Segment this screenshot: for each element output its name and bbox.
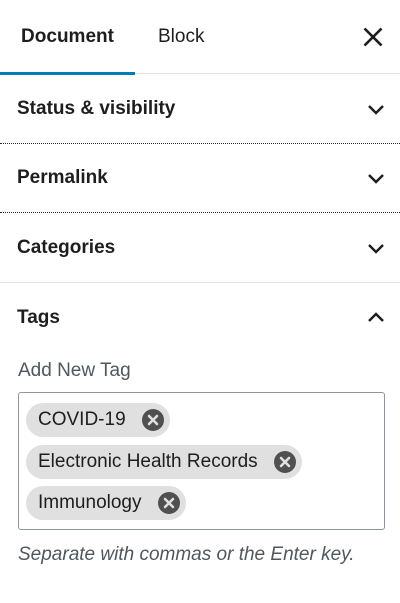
chevron-up-icon bbox=[368, 312, 384, 322]
add-tag-label: Add New Tag bbox=[18, 360, 131, 381]
remove-tag-icon[interactable] bbox=[273, 450, 297, 474]
tag-chip-label: COVID-19 bbox=[38, 409, 126, 430]
panel-permalink[interactable]: Permalink bbox=[0, 143, 400, 213]
panel-categories[interactable]: Categories bbox=[0, 213, 400, 283]
sidebar-tabs: Document Block bbox=[0, 0, 400, 75]
panel-title: Status & visibility bbox=[17, 98, 176, 119]
chevron-down-icon bbox=[368, 105, 384, 115]
tag-chip: Electronic Health Records bbox=[26, 445, 302, 479]
tag-chip: Immunology bbox=[26, 486, 186, 520]
tab-block[interactable]: Block bbox=[158, 0, 204, 74]
chevron-down-icon bbox=[368, 174, 384, 184]
remove-tag-icon[interactable] bbox=[141, 408, 165, 432]
tag-chip: COVID-19 bbox=[26, 403, 170, 437]
panel-title: Categories bbox=[17, 237, 116, 258]
tab-document[interactable]: Document bbox=[0, 0, 135, 75]
tag-chip-label: Immunology bbox=[38, 492, 142, 513]
close-icon[interactable] bbox=[360, 24, 386, 50]
panel-title: Permalink bbox=[17, 167, 108, 188]
tag-input[interactable]: COVID-19 Electronic Health Records Immun… bbox=[18, 392, 385, 530]
chevron-down-icon bbox=[368, 244, 384, 254]
panel-tags[interactable]: Tags bbox=[0, 283, 400, 353]
tag-help-text: Separate with commas or the Enter key. bbox=[18, 544, 355, 565]
panel-status-visibility[interactable]: Status & visibility bbox=[0, 74, 400, 144]
tag-chip-label: Electronic Health Records bbox=[38, 451, 258, 472]
remove-tag-icon[interactable] bbox=[157, 491, 181, 515]
panel-title: Tags bbox=[17, 307, 60, 328]
